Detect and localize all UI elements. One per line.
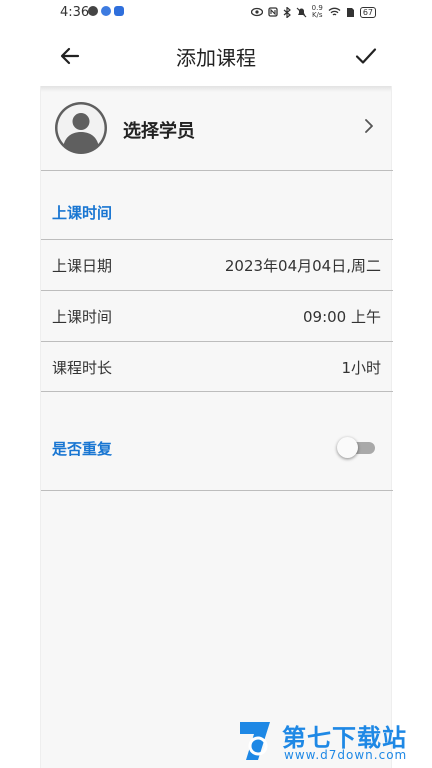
d7-logo-icon xyxy=(240,722,270,760)
divider xyxy=(41,490,393,491)
confirm-button[interactable] xyxy=(352,42,380,70)
class-duration-value: 1小时 xyxy=(341,359,381,377)
class-duration-label: 课程时长 xyxy=(52,359,113,377)
watermark-url: www.d7down.com xyxy=(284,748,408,762)
select-student-label: 选择学员 xyxy=(123,121,195,142)
sim-icon xyxy=(346,7,354,17)
schedule-section-title: 上课时间 xyxy=(52,204,113,222)
chevron-right-icon xyxy=(365,119,373,133)
class-date-row[interactable]: 上课日期 2023年04月04日,周二 xyxy=(41,240,393,290)
bluetooth-icon xyxy=(283,6,291,18)
class-time-row[interactable]: 上课时间 09:00 上午 xyxy=(41,291,393,341)
class-date-label: 上课日期 xyxy=(52,257,113,275)
select-student-row[interactable]: 选择学员 xyxy=(41,86,393,170)
battery-indicator: 67 xyxy=(359,6,376,18)
mute-bell-icon xyxy=(296,7,307,17)
repeat-toggle-thumb xyxy=(337,437,358,458)
eye-icon xyxy=(250,7,263,17)
check-icon xyxy=(355,48,377,64)
network-speed-unit: K/s xyxy=(311,11,323,19)
network-speed: 0.9 K/s xyxy=(312,5,323,19)
wifi-icon xyxy=(328,7,341,16)
status-time: 4:36 xyxy=(60,5,90,20)
watermark: 第七下载站 www.d7down.com xyxy=(236,712,432,768)
app-notification-icon xyxy=(101,6,111,16)
app-bar: 添加课程 xyxy=(40,26,392,86)
form-panel: 选择学员 上课时间 上课日期 2023年04月04日,周二 上课时间 09:00… xyxy=(40,86,393,768)
status-bar: 4:36 0.9 K/s 67 xyxy=(0,0,432,26)
divider xyxy=(41,391,393,392)
repeat-label: 是否重复 xyxy=(52,440,113,458)
app-badge-icon xyxy=(114,6,124,16)
notification-icons xyxy=(88,6,124,16)
divider xyxy=(41,170,393,171)
status-indicators: 0.9 K/s 67 xyxy=(250,5,376,19)
page-title: 添加课程 xyxy=(176,46,256,70)
class-time-label: 上课时间 xyxy=(52,308,113,326)
user-avatar-icon xyxy=(55,102,107,154)
class-date-value: 2023年04月04日,周二 xyxy=(224,257,381,275)
shield-icon xyxy=(88,6,98,16)
repeat-toggle[interactable] xyxy=(337,437,377,458)
nfc-icon xyxy=(268,7,278,17)
class-duration-row[interactable]: 课程时长 1小时 xyxy=(41,342,393,392)
class-time-value: 09:00 上午 xyxy=(303,308,381,326)
